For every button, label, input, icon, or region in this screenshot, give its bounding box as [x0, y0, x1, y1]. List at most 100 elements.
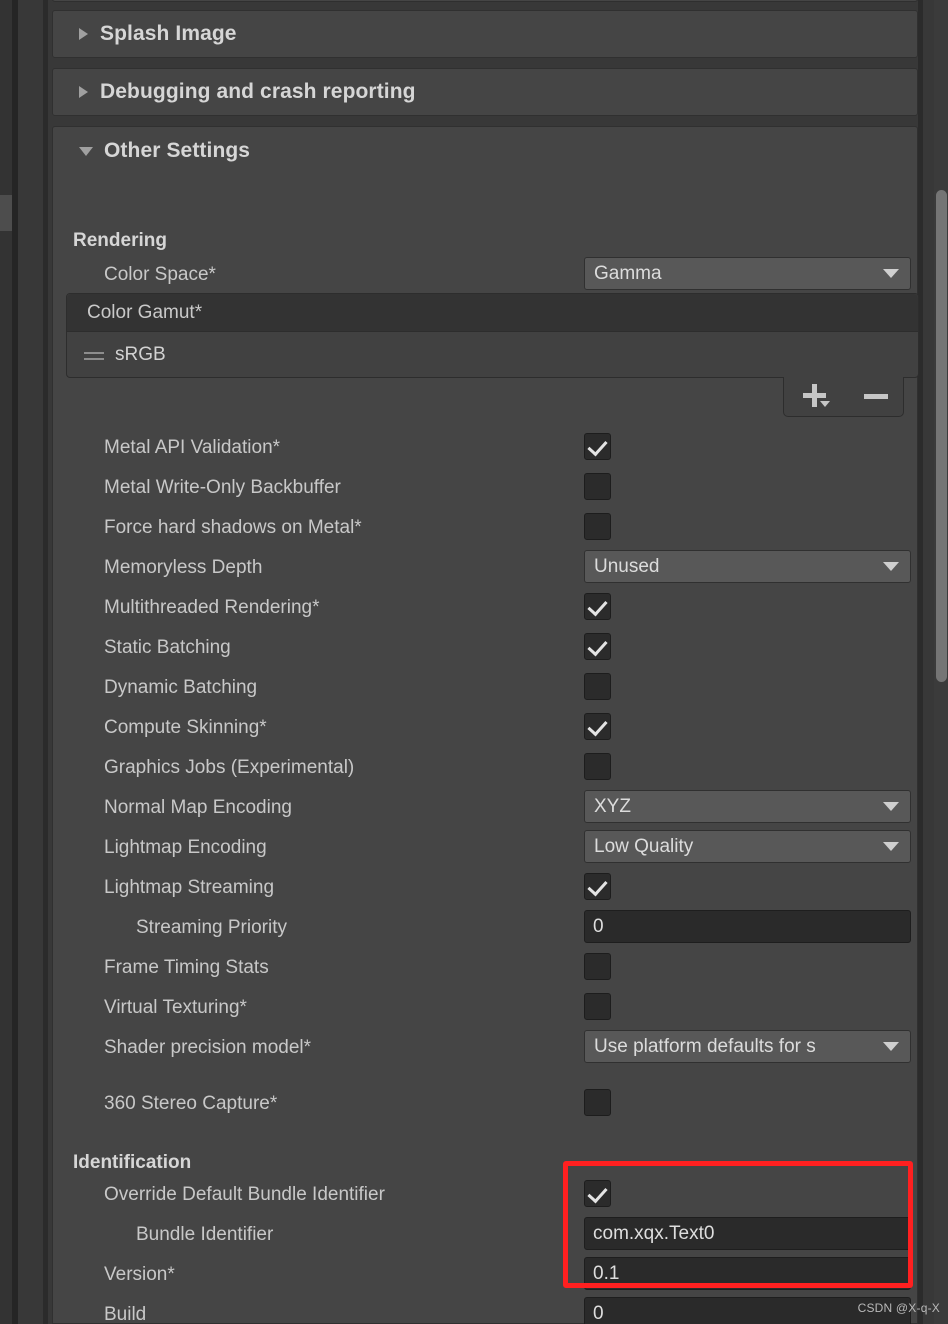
remove-gamut-button[interactable]	[863, 394, 888, 399]
foldout-other-settings: Other Settings Rendering Color Space* Ga…	[52, 126, 919, 1324]
checkbox-360-stereo-capture[interactable]	[584, 1089, 611, 1116]
row-override-default-bundle-identifier: Override Default Bundle Identifier	[53, 1175, 919, 1215]
checkbox-frame-timing-stats[interactable]	[584, 953, 611, 980]
color-space-value: Gamma	[594, 262, 662, 284]
row-compute-skinning: Compute Skinning*	[53, 708, 919, 748]
row-label-metal-write-only-backbuffer: Metal Write-Only Backbuffer	[104, 477, 341, 498]
chevron-down-icon	[883, 842, 899, 851]
color-gamut-list-header: Color Gamut*	[67, 294, 918, 332]
row-label-override-default-bundle-identifier: Override Default Bundle Identifier	[104, 1184, 385, 1205]
row-lightmap-streaming: Lightmap Streaming	[53, 868, 919, 908]
chevron-down-icon	[883, 802, 899, 811]
row-metal-write-only-backbuffer: Metal Write-Only Backbuffer	[53, 468, 919, 508]
foldout-debugging-and-crash-reporting[interactable]: Debugging and crash reporting	[52, 68, 918, 116]
chevron-down-icon	[883, 1042, 899, 1051]
version-value: 0.1	[593, 1262, 620, 1284]
row-build: Build 0	[53, 1295, 919, 1324]
chevron-down-icon	[883, 562, 899, 571]
panel-above-sliver	[52, 0, 918, 2]
foldout-other-settings-label: Other Settings	[104, 139, 251, 162]
row-dynamic-batching: Dynamic Batching	[53, 668, 919, 708]
foldout-splash-image[interactable]: Splash Image	[52, 10, 918, 58]
chevron-down-icon	[820, 400, 831, 407]
row-label-compute-skinning: Compute Skinning*	[104, 717, 267, 738]
row-label-frame-timing-stats: Frame Timing Stats	[104, 957, 269, 978]
checkbox-virtual-texturing[interactable]	[584, 993, 611, 1020]
normal-map-encoding-dropdown[interactable]: XYZ	[584, 790, 911, 823]
color-gamut-list-footer	[783, 377, 904, 417]
memoryless-depth-value: Unused	[594, 555, 660, 577]
row-label-metal-api-validation: Metal API Validation*	[104, 437, 281, 458]
row-streaming-priority: Streaming Priority 0	[53, 908, 919, 948]
row-label-normal-map-encoding: Normal Map Encoding	[104, 797, 292, 818]
row-label-version: Version*	[104, 1264, 175, 1285]
row-graphics-jobs: Graphics Jobs (Experimental)	[53, 748, 919, 788]
row-memoryless-depth: Memoryless Depth Unused	[53, 548, 919, 588]
checkbox-multithreaded-rendering[interactable]	[584, 593, 611, 620]
row-normal-map-encoding: Normal Map Encoding XYZ	[53, 788, 919, 828]
lightmap-encoding-value: Low Quality	[594, 835, 694, 857]
watermark: CSDN @X-q-X	[857, 1301, 940, 1315]
checkbox-graphics-jobs[interactable]	[584, 753, 611, 780]
row-label-lightmap-streaming: Lightmap Streaming	[104, 877, 275, 898]
color-gamut-item-label: sRGB	[115, 343, 166, 365]
row-version: Version* 0.1	[53, 1255, 919, 1295]
row-label-dynamic-batching: Dynamic Batching	[104, 677, 258, 698]
bundle-identifier-input[interactable]: com.xqx.Text0	[584, 1217, 911, 1250]
row-force-hard-shadows-on-metal: Force hard shadows on Metal*	[53, 508, 919, 548]
memoryless-depth-dropdown[interactable]: Unused	[584, 550, 911, 583]
section-heading-rendering: Rendering	[73, 230, 167, 251]
row-label-virtual-texturing: Virtual Texturing*	[104, 997, 247, 1018]
triangle-right-icon	[79, 86, 88, 98]
inspector-scrollbar-thumb[interactable]	[936, 190, 947, 682]
normal-map-encoding-value: XYZ	[594, 795, 631, 817]
foldout-debugging-label: Debugging and crash reporting	[100, 80, 416, 103]
row-bundle-identifier: Bundle Identifier com.xqx.Text0	[53, 1215, 919, 1255]
shader-precision-model-dropdown[interactable]: Use platform defaults for s	[584, 1030, 911, 1063]
checkbox-compute-skinning[interactable]	[584, 713, 611, 740]
checkbox-metal-api-validation[interactable]	[584, 433, 611, 460]
lightmap-encoding-dropdown[interactable]: Low Quality	[584, 830, 911, 863]
row-label-bundle-identifier: Bundle Identifier	[136, 1224, 274, 1245]
row-metal-api-validation: Metal API Validation*	[53, 428, 919, 468]
drag-handle-icon[interactable]	[84, 349, 104, 361]
row-label-static-batching: Static Batching	[104, 637, 231, 658]
checkbox-static-batching[interactable]	[584, 633, 611, 660]
checkbox-override-default-bundle-identifier[interactable]	[584, 1180, 611, 1207]
row-label-build: Build	[104, 1304, 147, 1324]
checkbox-lightmap-streaming[interactable]	[584, 873, 611, 900]
checkbox-dynamic-batching[interactable]	[584, 673, 611, 700]
triangle-right-icon	[79, 28, 88, 40]
inspector-content: Splash Image Debugging and crash reporti…	[48, 0, 919, 1324]
section-heading-identification: Identification	[73, 1152, 192, 1173]
color-gamut-header-label: Color Gamut*	[87, 301, 203, 323]
row-label-streaming-priority: Streaming Priority	[136, 917, 287, 938]
shader-precision-model-value: Use platform defaults for s	[594, 1035, 816, 1057]
row-shader-precision-model: Shader precision model* Use platform def…	[53, 1028, 919, 1068]
row-label-force-hard-shadows-on-metal: Force hard shadows on Metal*	[104, 517, 362, 538]
row-color-space: Color Space* Gamma	[53, 255, 919, 295]
streaming-priority-input[interactable]: 0	[584, 910, 911, 943]
row-label-lightmap-encoding: Lightmap Encoding	[104, 837, 267, 858]
add-gamut-button[interactable]	[799, 383, 833, 410]
row-static-batching: Static Batching	[53, 628, 919, 668]
row-frame-timing-stats: Frame Timing Stats	[53, 948, 919, 988]
row-label-shader-precision-model: Shader precision model*	[104, 1037, 312, 1058]
window-gutter-left	[18, 0, 43, 1324]
build-value: 0	[593, 1302, 604, 1324]
bundle-identifier-value: com.xqx.Text0	[593, 1222, 715, 1244]
row-label-color-space: Color Space*	[104, 264, 216, 285]
version-input[interactable]: 0.1	[584, 1257, 911, 1290]
checkbox-force-hard-shadows-on-metal[interactable]	[584, 513, 611, 540]
foldout-other-settings-header[interactable]: Other Settings	[53, 127, 917, 175]
row-360-stereo-capture: 360 Stereo Capture*	[53, 1084, 919, 1124]
chevron-down-icon	[883, 269, 899, 278]
foldout-splash-image-label: Splash Image	[100, 22, 237, 45]
checkbox-metal-write-only-backbuffer[interactable]	[584, 473, 611, 500]
plus-icon	[812, 383, 818, 407]
color-space-dropdown[interactable]: Gamma	[584, 257, 911, 290]
left-panel-scrollbar-thumb[interactable]	[0, 195, 12, 231]
row-label-graphics-jobs: Graphics Jobs (Experimental)	[104, 757, 355, 778]
row-multithreaded-rendering: Multithreaded Rendering*	[53, 588, 919, 628]
list-item[interactable]: sRGB	[67, 332, 918, 377]
